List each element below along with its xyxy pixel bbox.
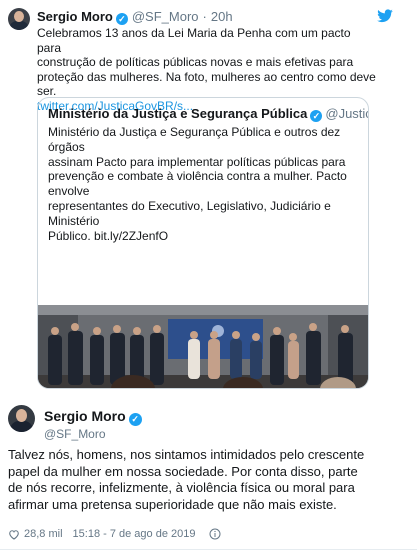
parent-avatar[interactable] xyxy=(8,8,30,30)
main-tweet-text: Talvez nós, homens, nos sintamos intimid… xyxy=(8,447,365,512)
main-author-name[interactable]: Sergio Moro xyxy=(44,408,126,424)
quoted-tweet-photo[interactable] xyxy=(38,305,368,389)
like-count[interactable]: 28,8 mil xyxy=(24,528,63,540)
quoted-tweet-text: Ministério da Justiça e Segurança Públic… xyxy=(48,125,347,243)
parent-author-handle[interactable]: @SF_Moro xyxy=(132,9,199,24)
tweet-timestamp[interactable]: 15:18 - 7 de ago de 2019 xyxy=(73,528,196,540)
quoted-tweet-header: Ministério da Justiça e Segurança Públic… xyxy=(48,106,368,122)
verified-badge-icon: ✓ xyxy=(310,110,323,122)
info-icon[interactable] xyxy=(209,528,221,540)
heart-icon[interactable] xyxy=(8,529,20,540)
parent-author-name[interactable]: Sergio Moro xyxy=(37,9,113,24)
parent-tweet-time[interactable]: 20h xyxy=(211,9,233,24)
parent-header: Sergio Moro ✓ @SF_Moro · 20h xyxy=(37,9,233,25)
quoted-tweet-card[interactable]: Ministério da Justiça e Segurança Públic… xyxy=(37,97,369,389)
quoted-author-name: Ministério da Justiça e Segurança Públic… xyxy=(48,106,308,121)
verified-badge-icon: ✓ xyxy=(115,13,128,25)
verified-badge-icon: ✓ xyxy=(128,413,142,426)
main-author-handle[interactable]: @SF_Moro xyxy=(44,427,106,441)
main-avatar[interactable] xyxy=(8,405,35,432)
tweet-footer: 28,8 mil 15:18 - 7 de ago de 2019 xyxy=(8,528,221,540)
quoted-author-handle: @JusticaGo... xyxy=(325,106,368,121)
divider xyxy=(0,549,417,550)
twitter-bird-icon xyxy=(377,9,393,23)
main-author: Sergio Moro ✓ xyxy=(44,408,142,426)
